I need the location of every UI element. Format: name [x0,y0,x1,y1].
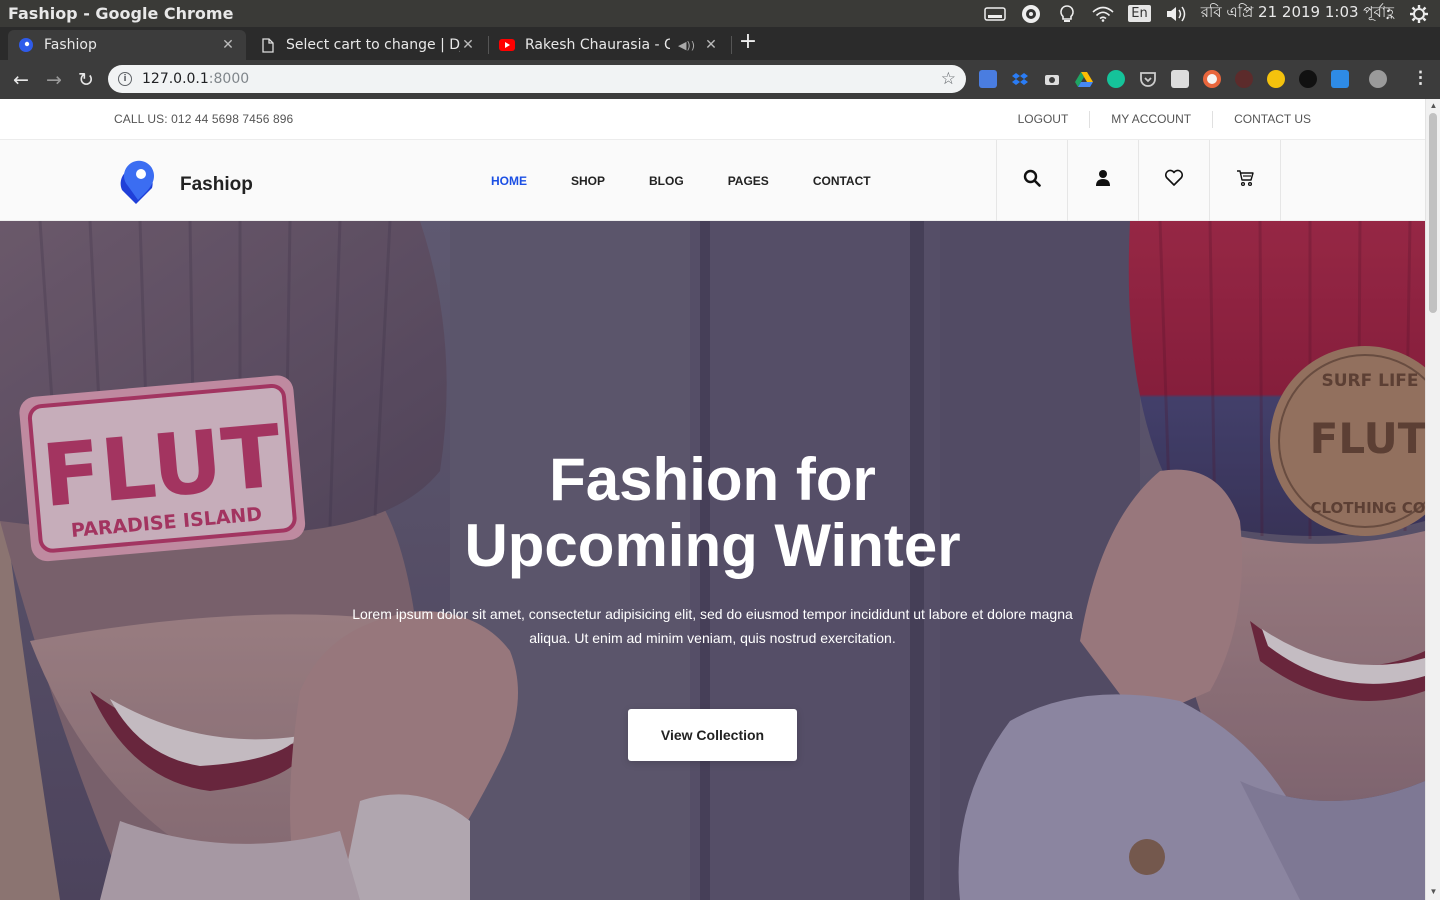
nav-shop[interactable]: SHOP [571,174,605,188]
webpage: CALL US: 012 44 5698 7456 896 LOGOUT MY … [0,99,1425,900]
site-header: Fashiop HOME SHOP BLOG PAGES CONTACT [0,140,1425,221]
cart-button[interactable] [1209,140,1280,221]
camera-icon[interactable] [1043,70,1061,88]
lightbulb-icon[interactable] [1056,4,1078,23]
scroll-thumb[interactable] [1429,113,1437,313]
back-button[interactable]: ← [9,68,33,92]
scroll-up-icon[interactable]: ▲ [1429,101,1438,110]
tab-fashiop[interactable]: Fashiop ✕ [8,30,246,60]
settings-gear-icon[interactable] [1408,4,1430,23]
record-icon[interactable] [1203,70,1221,88]
tab-title: Fashiop [44,37,97,53]
heart-icon [1164,169,1184,192]
volume-icon[interactable] [1165,5,1187,23]
call-us-text: CALL US: 012 44 5698 7456 896 [114,112,294,126]
wifi-icon[interactable] [1092,5,1114,23]
contact-us-link[interactable]: CONTACT US [1212,111,1311,128]
site-logo[interactable]: Fashiop [114,156,253,213]
tfp-icon[interactable] [1331,70,1349,88]
hero-title-line-2: Upcoming Winter [464,512,961,579]
extensions-bar [979,70,1387,88]
reload-button[interactable]: ↻ [74,68,98,92]
main-nav: HOME SHOP BLOG PAGES CONTACT [491,140,871,221]
account-button[interactable] [1067,140,1138,221]
window-title: Fashiop - Google Chrome [8,4,234,23]
display-icon[interactable] [984,5,1007,23]
address-bar[interactable]: i 127.0.0.1 :8000 ☆ [108,65,966,93]
tab-select-cart[interactable]: Select cart to change | Dja ✕ [250,30,486,60]
gmail-icon[interactable] [1171,70,1189,88]
cart-icon [1236,169,1254,192]
fashiop-logo-icon [18,37,34,53]
pocket-icon[interactable] [1139,70,1157,88]
close-tab-icon[interactable]: ✕ [460,37,476,53]
top-info-bar: CALL US: 012 44 5698 7456 896 LOGOUT MY … [0,99,1425,140]
brand-name: Fashiop [180,173,253,195]
tab-strip: Fashiop ✕ Select cart to change | Dja ✕ … [0,27,1440,60]
view-collection-button[interactable]: View Collection [628,709,797,761]
tab-title: Select cart to change | Dja [286,37,460,53]
url-host: 127.0.0.1 [142,71,209,87]
bookmark-star-icon[interactable]: ☆ [941,69,956,89]
os-top-bar: Fashiop - Google Chrome En রবি এপ্রি 21 … [0,0,1440,27]
system-tray: En রবি এপ্রি 21 2019 1:03 পূর্বাহ্ণ [984,1,1440,26]
location-pin-logo-icon [114,156,166,213]
tab-youtube[interactable]: Rakesh Chaurasia - Cla ◀)) ✕ [489,30,729,60]
site-info-icon[interactable]: i [118,72,132,86]
hero-title: Fashion for Upcoming Winter [0,447,1425,579]
dark-circle-icon[interactable] [1299,70,1317,88]
search-button[interactable] [996,140,1067,221]
profile-avatar-icon[interactable] [1369,70,1387,88]
document-icon [260,37,276,53]
tab-title: Rakesh Chaurasia - Cla [525,37,670,53]
eye-icon[interactable] [1020,4,1042,23]
dropbox-icon[interactable] [1011,70,1029,88]
page-scrollbar[interactable]: ▲ ▼ [1425,99,1440,900]
url-port: :8000 [208,71,250,87]
new-tab-button[interactable]: + [736,31,760,55]
grammarly-icon[interactable] [1107,70,1125,88]
forward-button[interactable]: → [42,68,66,92]
hero-title-line-1: Fashion for [549,446,876,513]
search-icon [1023,169,1041,192]
keyboard-language-indicator[interactable]: En [1128,5,1151,22]
browser-menu-icon[interactable]: ⋮ [1412,68,1429,88]
youtube-icon [499,37,515,53]
wishlist-button[interactable] [1138,140,1209,221]
google-drive-icon[interactable] [1075,70,1093,88]
nav-home[interactable]: HOME [491,174,527,188]
user-icon [1095,169,1111,192]
clock-datetime[interactable]: রবি এপ্রি 21 2019 1:03 পূর্বাহ্ণ [1201,1,1394,26]
k-icon[interactable] [1235,70,1253,88]
nav-contact[interactable]: CONTACT [813,174,871,188]
google-translate-icon[interactable] [979,70,997,88]
header-divider [1280,140,1281,221]
top-links: LOGOUT MY ACCOUNT CONTACT US [997,99,1311,140]
search-ext-icon[interactable] [1267,70,1285,88]
scroll-down-icon[interactable]: ▼ [1429,887,1438,896]
browser-toolbar: ← → ↻ i 127.0.0.1 :8000 ☆ ⋮ [0,60,1440,99]
logout-link[interactable]: LOGOUT [997,111,1090,128]
nav-pages[interactable]: PAGES [728,174,769,188]
tab-separator [731,36,732,54]
audio-playing-icon[interactable]: ◀)) [678,39,695,52]
close-tab-icon[interactable]: ✕ [220,37,236,53]
nav-blog[interactable]: BLOG [649,174,684,188]
my-account-link[interactable]: MY ACCOUNT [1089,111,1212,128]
hero-banner: FLUT PARADISE ISLAND SURF LIFE FLUT CLOT… [0,221,1425,900]
close-tab-icon[interactable]: ✕ [703,37,719,53]
hero-description: Lorem ipsum dolor sit amet, consectetur … [352,606,1073,646]
